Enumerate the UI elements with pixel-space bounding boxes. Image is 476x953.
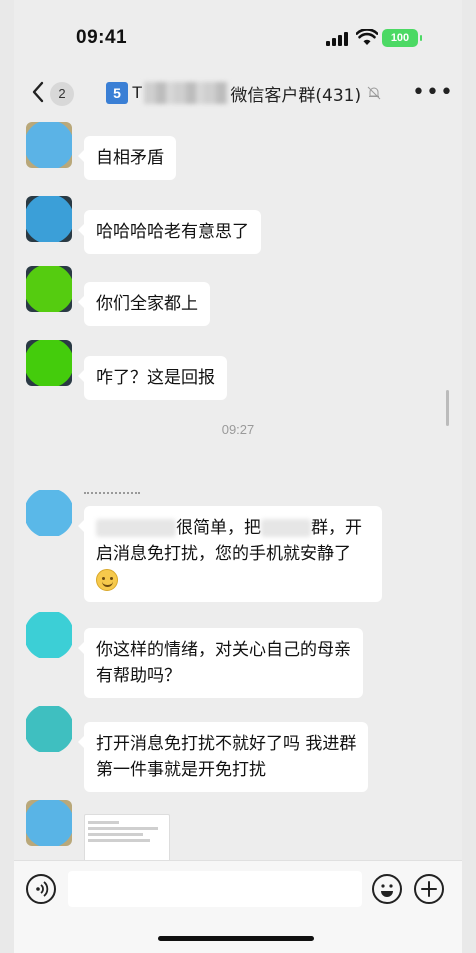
title-prefix: T — [132, 83, 143, 102]
message-text: 哈哈哈哈老有意思了 — [96, 222, 249, 242]
chat-screen: 09:41 100 2 5 T 微信客户群(431) ••• 自相矛盾 哈哈哈哈… — [14, 0, 462, 953]
avatar[interactable] — [26, 196, 72, 242]
message-bubble[interactable]: 你们全家都上 — [78, 282, 210, 326]
back-chevron-icon[interactable] — [30, 80, 48, 104]
message-text-line1: 打开消息免打扰不就好了吗 我进群 — [96, 734, 357, 754]
message-bubble[interactable]: 自相矛盾 — [78, 136, 176, 180]
message-bubble[interactable]: 咋了？这是回报 — [78, 356, 227, 400]
message-text-line2: 第一件事就是开免打扰 — [96, 760, 266, 780]
avatar-blur — [26, 196, 72, 242]
number-five-icon: 5 — [106, 82, 128, 104]
chat-title[interactable]: 5 T 微信客户群(431) — [106, 80, 381, 106]
message-bubble[interactable]: 哈哈哈哈老有意思了 — [78, 210, 261, 254]
avatar[interactable] — [26, 612, 72, 658]
title-redacted — [144, 82, 229, 104]
avatar[interactable] — [26, 706, 72, 752]
avatar-blur — [26, 266, 72, 312]
unread-count-badge[interactable]: 2 — [50, 82, 74, 106]
battery-level: 100 — [390, 32, 410, 44]
avatar-blur — [26, 340, 72, 386]
more-dots-icon[interactable]: ••• — [412, 80, 454, 105]
title-text: 微信客户群(431) — [230, 85, 362, 106]
avatar[interactable] — [26, 800, 72, 846]
message-text-part1: 很简单，把 — [176, 518, 261, 538]
signal-icon — [326, 32, 348, 46]
avatar[interactable] — [26, 490, 72, 536]
status-bar: 09:41 100 — [14, 0, 462, 70]
avatar-blur — [26, 490, 72, 536]
message-text: 你们全家都上 — [96, 294, 198, 314]
image-message[interactable] — [84, 814, 170, 864]
message-text: 自相矛盾 — [96, 148, 164, 168]
home-indicator[interactable] — [158, 936, 314, 941]
status-time: 09:41 — [76, 27, 128, 48]
scrollbar[interactable] — [446, 390, 449, 426]
voice-icon[interactable] — [26, 874, 56, 904]
message-text-line1: 你这样的情绪，对关心自己的母亲 — [96, 640, 351, 660]
wifi-icon — [356, 29, 378, 45]
avatar[interactable] — [26, 266, 72, 312]
avatar[interactable] — [26, 340, 72, 386]
chat-header: 2 5 T 微信客户群(431) ••• — [14, 70, 462, 114]
chat-timestamp: 09:27 — [221, 422, 255, 437]
plus-icon[interactable] — [414, 874, 444, 904]
input-bar — [14, 860, 462, 920]
avatar-blur — [26, 612, 72, 658]
message-text-line2: 有帮助吗？ — [96, 666, 181, 686]
avatar[interactable] — [26, 122, 72, 168]
message-input[interactable] — [68, 871, 362, 907]
message-text: 咋了？这是回报 — [96, 368, 215, 388]
avatar-blur — [26, 706, 72, 752]
message-text-line2: 启消息免打扰，您的手机就安静了 — [96, 544, 351, 564]
smile-emoji-icon — [96, 569, 118, 591]
message-bubble[interactable]: 你这样的情绪，对关心自己的母亲 有帮助吗？ — [78, 628, 363, 698]
bell-mute-icon — [367, 86, 381, 100]
message-text-part2: 群，开 — [311, 518, 362, 538]
avatar-blur — [26, 122, 72, 168]
battery-indicator: 100 — [382, 29, 422, 47]
avatar-blur — [26, 800, 72, 846]
sender-name-redacted — [84, 492, 140, 498]
text-redacted — [96, 519, 176, 537]
emoji-icon[interactable] — [372, 874, 402, 904]
text-redacted — [261, 519, 311, 537]
message-bubble[interactable]: 打开消息免打扰不就好了吗 我进群 第一件事就是开免打扰 — [77, 722, 369, 792]
message-bubble[interactable]: 很简单，把 群，开 启消息免打扰，您的手机就安静了 — [78, 506, 382, 602]
